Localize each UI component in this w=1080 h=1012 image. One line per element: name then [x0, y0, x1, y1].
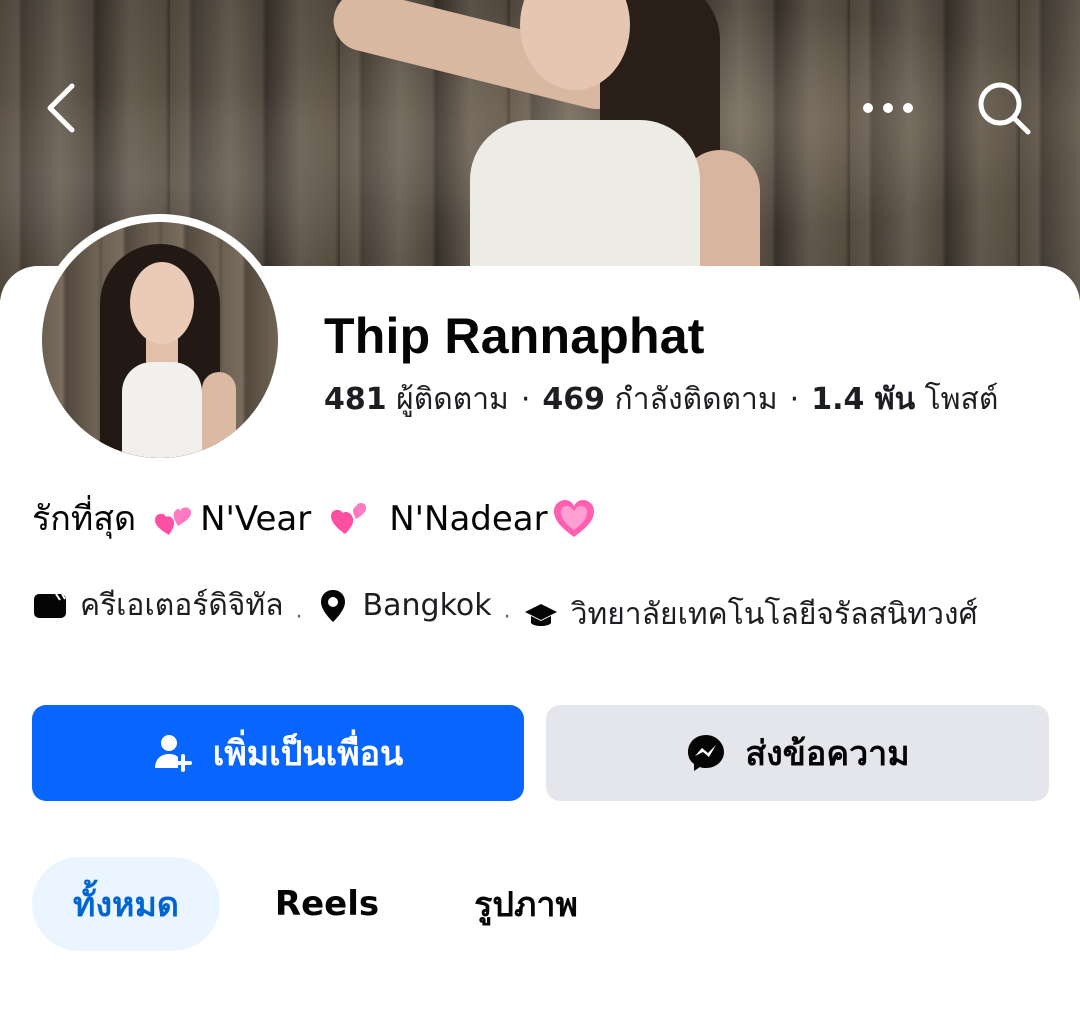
category-detail[interactable]: ครีเอเตอร์ดิจิทัล: [32, 584, 284, 628]
tab-photos[interactable]: รูปภาพ: [436, 857, 616, 951]
followers-label: ผู้ติดตาม: [396, 382, 509, 417]
avatar-figure-arm: [202, 372, 236, 458]
followers-stat[interactable]: 481 ผู้ติดตาม: [324, 382, 509, 417]
sparkling-heart-icon: [553, 500, 594, 537]
back-button[interactable]: [30, 76, 94, 140]
add-friend-label: เพิ่มเป็นเพื่อน: [212, 734, 404, 774]
profile-stats: 481 ผู้ติดตาม · 469 กำลังติดตาม · 1.4 พัน โพ…: [324, 378, 998, 422]
avatar-figure-dress: [122, 362, 202, 458]
search-button[interactable]: [972, 76, 1036, 140]
location-detail[interactable]: Bangkok: [315, 584, 492, 628]
clapperboard-icon: [34, 593, 66, 618]
separator-dot: ·: [520, 382, 531, 417]
revolving-hearts-icon: [155, 507, 192, 535]
followers-count: 481: [324, 382, 387, 417]
tab-reels[interactable]: Reels: [246, 857, 408, 951]
following-count: 469: [542, 382, 605, 417]
add-friend-icon: [154, 735, 192, 772]
profile-details: ครีเอเตอร์ดิจิทัล · Bangkok · วิทยาลัยเท…: [32, 584, 1042, 640]
chevron-left-icon: [47, 83, 75, 133]
location-text: Bangkok: [362, 588, 492, 623]
message-label: ส่งข้อความ: [745, 734, 910, 774]
search-icon: [978, 82, 1031, 135]
tab-all[interactable]: ทั้งหมด: [32, 857, 220, 951]
bio-name-1: N'Vear: [200, 499, 312, 539]
graduation-cap-icon: [524, 603, 557, 626]
following-label: กำลังติดตาม: [614, 382, 778, 417]
education-text[interactable]: วิทยาลัยเทคโนโลยีจรัลสนิทวงศ์: [571, 597, 978, 632]
profile-bio: รักที่สุด N'Vear N'Nadear: [32, 494, 600, 544]
category-text: ครีเอเตอร์ดิจิทัล: [80, 588, 284, 623]
messenger-icon: [688, 735, 725, 771]
separator-dot: ·: [789, 382, 800, 417]
avatar-figure-face: [130, 262, 194, 344]
posts-label: โพสต์: [924, 382, 999, 417]
add-friend-button[interactable]: เพิ่มเป็นเพื่อน: [32, 705, 524, 801]
message-button[interactable]: ส่งข้อความ: [546, 705, 1049, 801]
detail-separator: ·: [503, 605, 511, 630]
location-pin-icon: [320, 590, 345, 622]
more-options-button[interactable]: [856, 76, 920, 140]
bio-name-2: N'Nadear: [389, 499, 548, 539]
two-hearts-icon: [331, 502, 367, 534]
posts-count: 1.4 พัน: [811, 382, 916, 417]
bio-prefix: รักที่สุด: [32, 499, 137, 539]
profile-name: Thip Rannaphat: [324, 308, 705, 364]
following-stat[interactable]: 469 กำลังติดตาม: [542, 382, 777, 417]
posts-stat[interactable]: 1.4 พัน โพสต์: [811, 382, 998, 417]
ellipsis-icon: [863, 103, 913, 113]
avatar[interactable]: [42, 222, 278, 458]
detail-separator: ·: [295, 605, 303, 630]
